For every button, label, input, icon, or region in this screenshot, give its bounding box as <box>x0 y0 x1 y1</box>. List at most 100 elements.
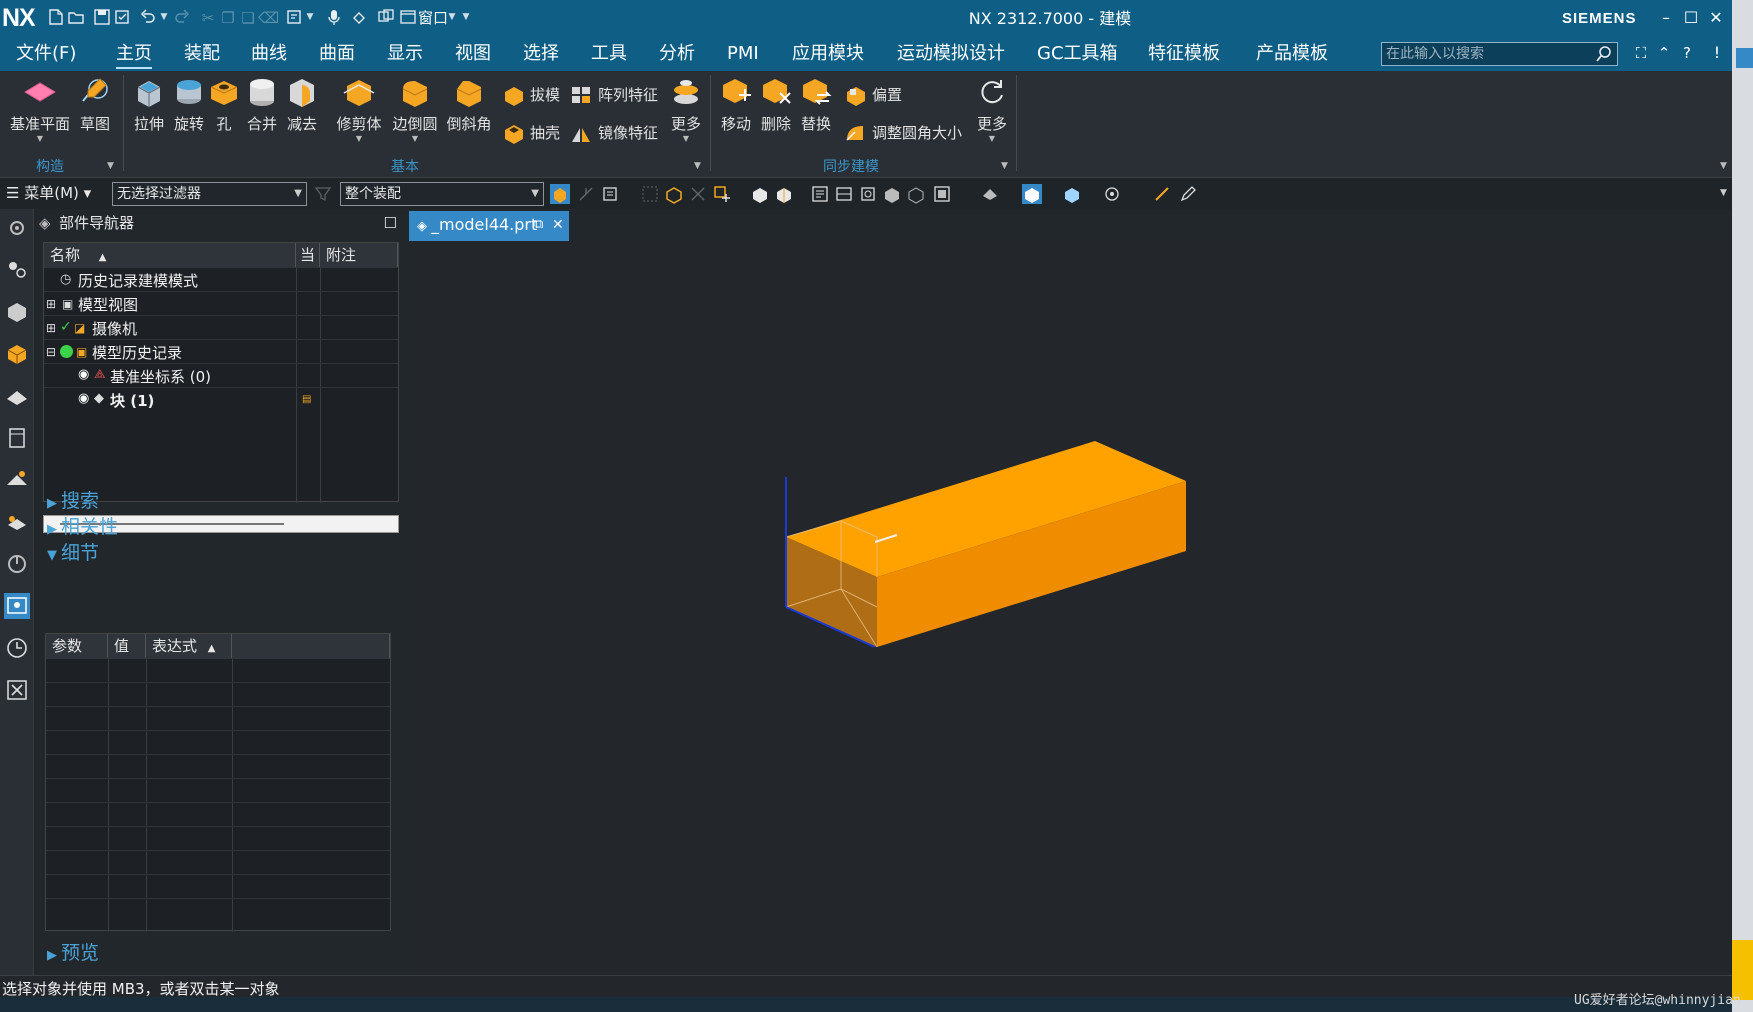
process-studio-icon[interactable] <box>4 551 30 577</box>
menu-pmi[interactable]: PMI <box>727 41 759 69</box>
menu-gc-toolkit[interactable]: GC工具箱 <box>1037 41 1118 69</box>
expand-icon[interactable]: ⊞ <box>46 297 60 311</box>
general-select-icon[interactable] <box>600 184 620 204</box>
menu-view[interactable]: 视图 <box>455 41 491 69</box>
trim-body-button[interactable]: 修剪体 ▼ <box>336 75 382 143</box>
wireframe-view-icon[interactable] <box>906 184 926 204</box>
collapse-icon[interactable]: ⊟ <box>46 345 60 359</box>
tree-row-model-views[interactable]: ⊞ ▣ 模型视图 <box>44 291 398 315</box>
customize-qat-icon[interactable]: ▼ <box>462 10 470 24</box>
column-header-name[interactable]: 名称 ▲ <box>44 243 296 267</box>
reuse-library-icon[interactable] <box>4 383 30 409</box>
tools-icon[interactable] <box>4 677 30 703</box>
shaded-view-icon[interactable] <box>882 184 902 204</box>
redo-icon[interactable] <box>172 8 192 28</box>
section-details[interactable]: ▼ 细节 <box>47 539 99 567</box>
menu-curve[interactable]: 曲线 <box>251 41 287 69</box>
sync-group-expand-icon[interactable]: ▼ <box>1001 161 1008 171</box>
undo-icon[interactable] <box>138 8 158 28</box>
render-style-icon[interactable] <box>932 184 952 204</box>
draft-button[interactable]: 拔模 <box>502 82 560 108</box>
details-column-value[interactable]: 值 <box>108 634 146 658</box>
system-materials-icon[interactable] <box>4 593 30 619</box>
close-icon[interactable]: ✕ <box>1705 6 1727 30</box>
graphics-window[interactable] <box>409 241 1731 975</box>
document-tab[interactable]: ◈ _model44.prt ⧉ ✕ <box>409 211 569 241</box>
menu-product-template[interactable]: 产品模板 <box>1256 41 1328 69</box>
open-file-icon[interactable] <box>66 8 86 28</box>
move-face-button[interactable]: 移动 <box>716 75 756 134</box>
select-box-icon[interactable] <box>640 184 660 204</box>
part-navigator-icon[interactable] <box>4 341 30 367</box>
offset-region-button[interactable]: 偏置 <box>844 82 902 108</box>
ribbon-options-icon[interactable]: ▼ <box>1720 161 1727 171</box>
tree-row-datum-csys[interactable]: ◉ ⟁ 基准坐标系 (0) <box>44 363 398 387</box>
save-all-icon[interactable] <box>112 8 132 28</box>
settings-icon[interactable] <box>4 215 30 241</box>
touch-mode-icon[interactable] <box>350 8 370 28</box>
check-icon[interactable]: ✓ <box>60 320 74 334</box>
resize-blend-button[interactable]: 调整圆角大小 <box>844 120 962 146</box>
tree-row-block[interactable]: ◉ ◆ 块 (1) ▤ <box>44 387 398 411</box>
menu-motion[interactable]: 运动模拟设计 <box>897 41 1005 69</box>
minimize-icon[interactable]: – <box>1655 6 1677 30</box>
menu-feature-template[interactable]: 特征模板 <box>1148 41 1220 69</box>
undo-dropdown-icon[interactable]: ▼ <box>160 10 168 24</box>
body-select-icon[interactable] <box>750 184 770 204</box>
tree-row-model-history[interactable]: ⊟ ▣ 模型历史记录 <box>44 339 398 363</box>
column-header-current[interactable]: 当 <box>296 243 320 267</box>
menu-analysis[interactable]: 分析 <box>659 41 695 69</box>
menu-surface[interactable]: 曲面 <box>319 41 355 69</box>
measure-icon[interactable] <box>1152 184 1172 204</box>
trim-body-dropdown-icon[interactable]: ▼ <box>336 135 382 143</box>
details-column-parameter[interactable]: 参数 <box>46 634 108 658</box>
roles-icon[interactable] <box>4 257 30 283</box>
menu-button[interactable]: ☰ 菜单(M) ▾ <box>6 183 91 203</box>
details-column-expression[interactable]: 表达式 ▲ <box>146 634 232 658</box>
chamfer-button[interactable]: 倒斜角 <box>444 75 494 134</box>
assembly-navigator-icon[interactable] <box>4 299 30 325</box>
menu-tools[interactable]: 工具 <box>591 41 627 69</box>
collapse-ribbon-icon[interactable]: ⌃ <box>1653 41 1675 65</box>
delete-face-button[interactable]: 删除 <box>756 75 796 134</box>
model-canvas[interactable] <box>409 241 1731 975</box>
save-icon[interactable] <box>92 8 112 28</box>
sync-more-dropdown-icon[interactable]: ▼ <box>970 135 1014 143</box>
show-hide-icon[interactable] <box>1102 184 1122 204</box>
section-search[interactable]: ▶ 搜索 <box>47 487 99 515</box>
repeat-command-icon[interactable] <box>284 8 304 28</box>
basic-more-button[interactable]: 更多 ▼ <box>664 75 708 143</box>
window-menu-label[interactable]: 窗口 <box>418 8 448 28</box>
layer-settings-icon[interactable] <box>810 184 830 204</box>
maximize-icon[interactable]: ☐ <box>1680 6 1702 30</box>
section-preview[interactable]: ▶ 预览 <box>47 939 99 967</box>
add-object-icon[interactable] <box>712 184 732 204</box>
sketch-button[interactable]: 草图 <box>72 75 118 134</box>
selection-scope-select[interactable]: 整个装配 ▼ <box>340 182 544 206</box>
menu-assembly[interactable]: 装配 <box>184 41 220 69</box>
menu-applications[interactable]: 应用模块 <box>792 41 864 69</box>
window-dropdown-icon[interactable]: ▼ <box>448 10 456 24</box>
sync-more-button[interactable]: 更多 ▼ <box>970 75 1014 143</box>
feature-select-icon[interactable] <box>550 184 570 204</box>
eye-icon[interactable]: ◉ <box>78 368 92 382</box>
window-icon[interactable] <box>398 8 418 28</box>
pencil-icon[interactable] <box>1178 184 1198 204</box>
full-screen-icon[interactable]: ⛶ <box>1630 41 1652 65</box>
construct-group-expand-icon[interactable]: ▼ <box>107 161 114 171</box>
datum-plane-button[interactable]: 基准平面 ▼ <box>6 75 74 143</box>
command-search-input[interactable]: 在此输入以搜索 <box>1381 42 1618 66</box>
type-filter-select[interactable]: 无选择过滤器 ▼ <box>112 182 307 206</box>
shaded-with-edges-icon[interactable] <box>1022 184 1042 204</box>
repeat-dropdown-icon[interactable]: ▼ <box>306 10 314 24</box>
cut-icon[interactable]: ✂ <box>198 8 218 28</box>
tree-row-history-mode[interactable]: ◷ 历史记录建模模式 <box>44 267 398 291</box>
menu-home[interactable]: 主页 <box>116 41 152 69</box>
search-icon[interactable] <box>1595 45 1613 63</box>
menu-display[interactable]: 显示 <box>387 41 423 69</box>
solid-select-icon[interactable] <box>774 184 794 204</box>
datum-plane-dropdown-icon[interactable]: ▼ <box>6 135 74 143</box>
basic-more-dropdown-icon[interactable]: ▼ <box>664 135 708 143</box>
column-header-notes[interactable]: 附注 <box>320 243 398 267</box>
microphone-icon[interactable] <box>324 8 344 28</box>
